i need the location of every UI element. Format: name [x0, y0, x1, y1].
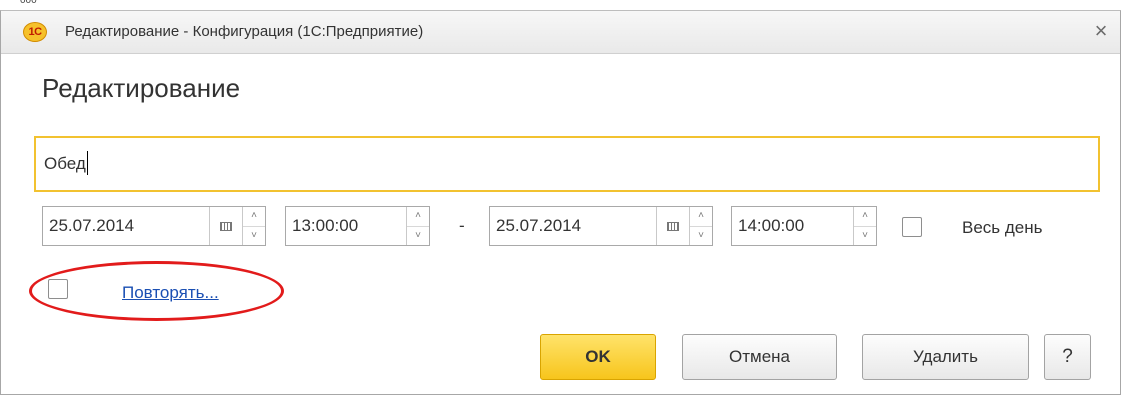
- chevron-down-icon[interactable]: ˅: [407, 225, 429, 246]
- page-title: Редактирование: [42, 73, 241, 103]
- repeat-checkbox[interactable]: [48, 279, 68, 299]
- chevron-up-icon[interactable]: ˄: [243, 207, 265, 226]
- all-day-label: Весь день: [962, 218, 1043, 237]
- chevron-up-icon[interactable]: ˄: [690, 207, 712, 226]
- calendar-icon: [667, 221, 679, 231]
- title-bar: 1C Редактирование - Конфигурация (1С:Пре…: [1, 11, 1120, 54]
- chevron-down-icon[interactable]: ˅: [243, 225, 265, 246]
- start-time-field[interactable]: 13:00:00 ˄ ˅: [285, 206, 430, 246]
- end-date-field[interactable]: 25.07.2014 ˄ ˅: [489, 206, 713, 246]
- help-button[interactable]: ?: [1044, 334, 1091, 380]
- start-date-calendar-button[interactable]: [209, 207, 242, 245]
- range-separator: -: [459, 216, 465, 235]
- corner-label: 000: [20, 0, 37, 6]
- ok-button[interactable]: OK: [540, 334, 656, 380]
- chevron-up-icon[interactable]: ˄: [407, 207, 429, 226]
- start-date-field[interactable]: 25.07.2014 ˄ ˅: [42, 206, 266, 246]
- chevron-down-icon[interactable]: ˅: [854, 225, 876, 246]
- chevron-up-icon[interactable]: ˄: [854, 207, 876, 226]
- end-time-field[interactable]: 14:00:00 ˄ ˅: [731, 206, 877, 246]
- end-date-calendar-button[interactable]: [656, 207, 689, 245]
- start-date-value: 25.07.2014: [49, 216, 135, 235]
- end-date-value: 25.07.2014: [496, 216, 582, 235]
- chevron-down-icon[interactable]: ˅: [690, 225, 712, 246]
- start-time-spinner[interactable]: ˄ ˅: [406, 207, 429, 245]
- all-day-checkbox[interactable]: [902, 217, 922, 237]
- delete-button[interactable]: Удалить: [862, 334, 1029, 380]
- end-date-spinner[interactable]: ˄ ˅: [689, 207, 712, 245]
- end-time-spinner[interactable]: ˄ ˅: [853, 207, 876, 245]
- window-title: Редактирование - Конфигурация (1С:Предпр…: [65, 23, 424, 40]
- cancel-button[interactable]: Отмена: [682, 334, 837, 380]
- start-time-value: 13:00:00: [292, 216, 359, 235]
- text-caret: [87, 151, 88, 175]
- repeat-link[interactable]: Повторять...: [122, 283, 219, 303]
- close-icon[interactable]: ×: [1090, 20, 1112, 42]
- calendar-icon: [220, 221, 232, 231]
- end-time-value: 14:00:00: [738, 216, 805, 235]
- app-logo-icon: 1C: [23, 22, 47, 42]
- subject-input[interactable]: Обед: [34, 136, 1100, 192]
- subject-value: Обед: [44, 154, 86, 173]
- start-date-spinner[interactable]: ˄ ˅: [242, 207, 265, 245]
